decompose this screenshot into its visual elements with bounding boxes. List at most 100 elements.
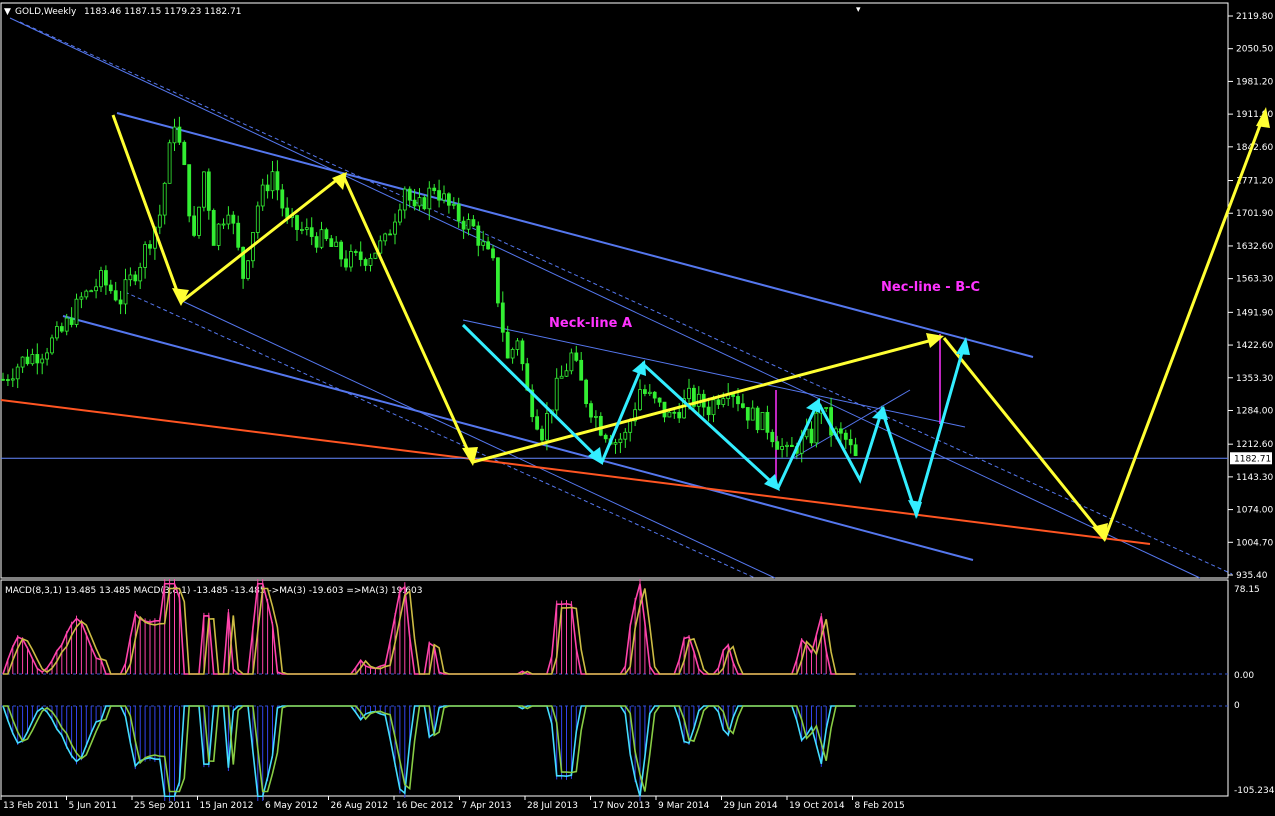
candle-body [540,428,544,441]
time-axis: 13 Feb 2011 5 Jun 2011 25 Sep 2011 15 Jan 2… [0,796,905,811]
chart-canvas[interactable]: ▼ GOLD,Weekly 1183.46 1187.15 1179.23 11… [0,0,1275,816]
candle-body [466,219,471,230]
candle-body [373,252,378,259]
candle-body [94,286,98,292]
candle-body [113,290,118,301]
candle-body [339,241,344,260]
candle-body [652,391,657,399]
candle-body [613,442,618,445]
candle-body [579,359,584,381]
candle-body [397,209,402,223]
candle-body [314,236,319,248]
candle-body [64,317,69,332]
candle-body [143,244,148,268]
candle-body [809,428,814,444]
candle-body [486,241,491,250]
candle-body [770,431,775,443]
candle-body [89,290,94,293]
candle-body [383,233,388,242]
candle-body [388,233,393,236]
candle-body [299,229,304,231]
candle-body [187,164,192,217]
candle-body [182,141,187,166]
candle-body [221,223,226,226]
candle-body [442,193,446,201]
candle-body [378,240,383,254]
candle-body [775,441,780,450]
candle-body [55,326,59,339]
macd-legend: MACD(8,3,1) 13.485 13.485 MACD(3,8,1) -1… [5,586,422,596]
price-tick-label: 1143.30 [1236,473,1273,483]
candle-body [603,434,608,440]
window-menu-icon[interactable]: ▾ [856,5,861,15]
candle-body [451,203,456,206]
candle-body [535,416,539,430]
candle-body [437,190,442,201]
candle-body [10,378,15,381]
candle-body [667,411,672,418]
candle-body [265,184,270,192]
candle-body [785,444,789,447]
candle-body [216,223,221,246]
price-tick-label: 1842.60 [1236,143,1273,153]
price-tick-label: 1353.30 [1236,374,1273,384]
ohlc-label: 1183.46 1187.15 1179.23 1182.71 [84,7,241,17]
candle-body [491,248,495,259]
candle-body [270,171,275,192]
price-tick-label: 1491.90 [1236,308,1273,318]
candle-body [59,326,64,332]
candle-body [554,377,559,411]
price-tick-label: 1701.90 [1236,209,1273,219]
time-tick-label: 17 Nov 2013 [593,801,651,811]
time-tick-label: 26 Aug 2012 [331,801,389,811]
candle-body [843,432,848,440]
candle-body [750,407,755,421]
candle-body [417,197,422,207]
candle-body [260,184,265,207]
candle-body [368,257,373,266]
candle-body [638,389,642,411]
candle-body [853,444,858,456]
price-tick-label: 1632.60 [1236,242,1273,252]
candle-body [236,222,241,248]
time-tick-label: 15 Jan 2012 [200,801,254,811]
candle-body [657,397,662,403]
candle-body [402,188,407,211]
chart-dropdown-icon[interactable]: ▼ [4,7,11,17]
candle-body [412,199,417,207]
candle-body [74,298,79,325]
price-tick-label: 1212.60 [1236,440,1273,450]
candle-body [471,219,476,227]
time-tick-label: 6 May 2012 [265,801,318,811]
candle-body [79,296,84,300]
price-tick-label: 935.40 [1236,571,1268,581]
candle-body [476,225,481,246]
candle-body [162,182,167,216]
candle-body [760,411,765,431]
candle-body [40,358,45,364]
candle-body [255,205,260,233]
candle-body [731,394,735,397]
candle-body [25,356,30,365]
price-tick-label: 1563.30 [1236,275,1273,285]
candle-body [814,412,819,444]
candle-body [687,387,691,400]
candle-body [192,215,197,236]
time-tick-label: 28 Jul 2013 [527,801,578,811]
candle-body [427,187,432,210]
candle-body [231,214,236,224]
candle-body [407,188,412,201]
price-tick-label: 2119.80 [1236,12,1273,22]
candle-body [564,370,569,377]
candle-body [15,366,20,380]
candle-body [677,412,682,419]
candle-body [446,193,451,206]
candle-body [672,411,677,414]
candle-body [741,403,745,408]
candle-body [197,206,201,236]
candle-body [148,244,152,249]
candle-body [500,302,505,333]
candle-body [422,197,427,210]
candle-body [211,210,216,246]
candle-body [594,415,598,418]
